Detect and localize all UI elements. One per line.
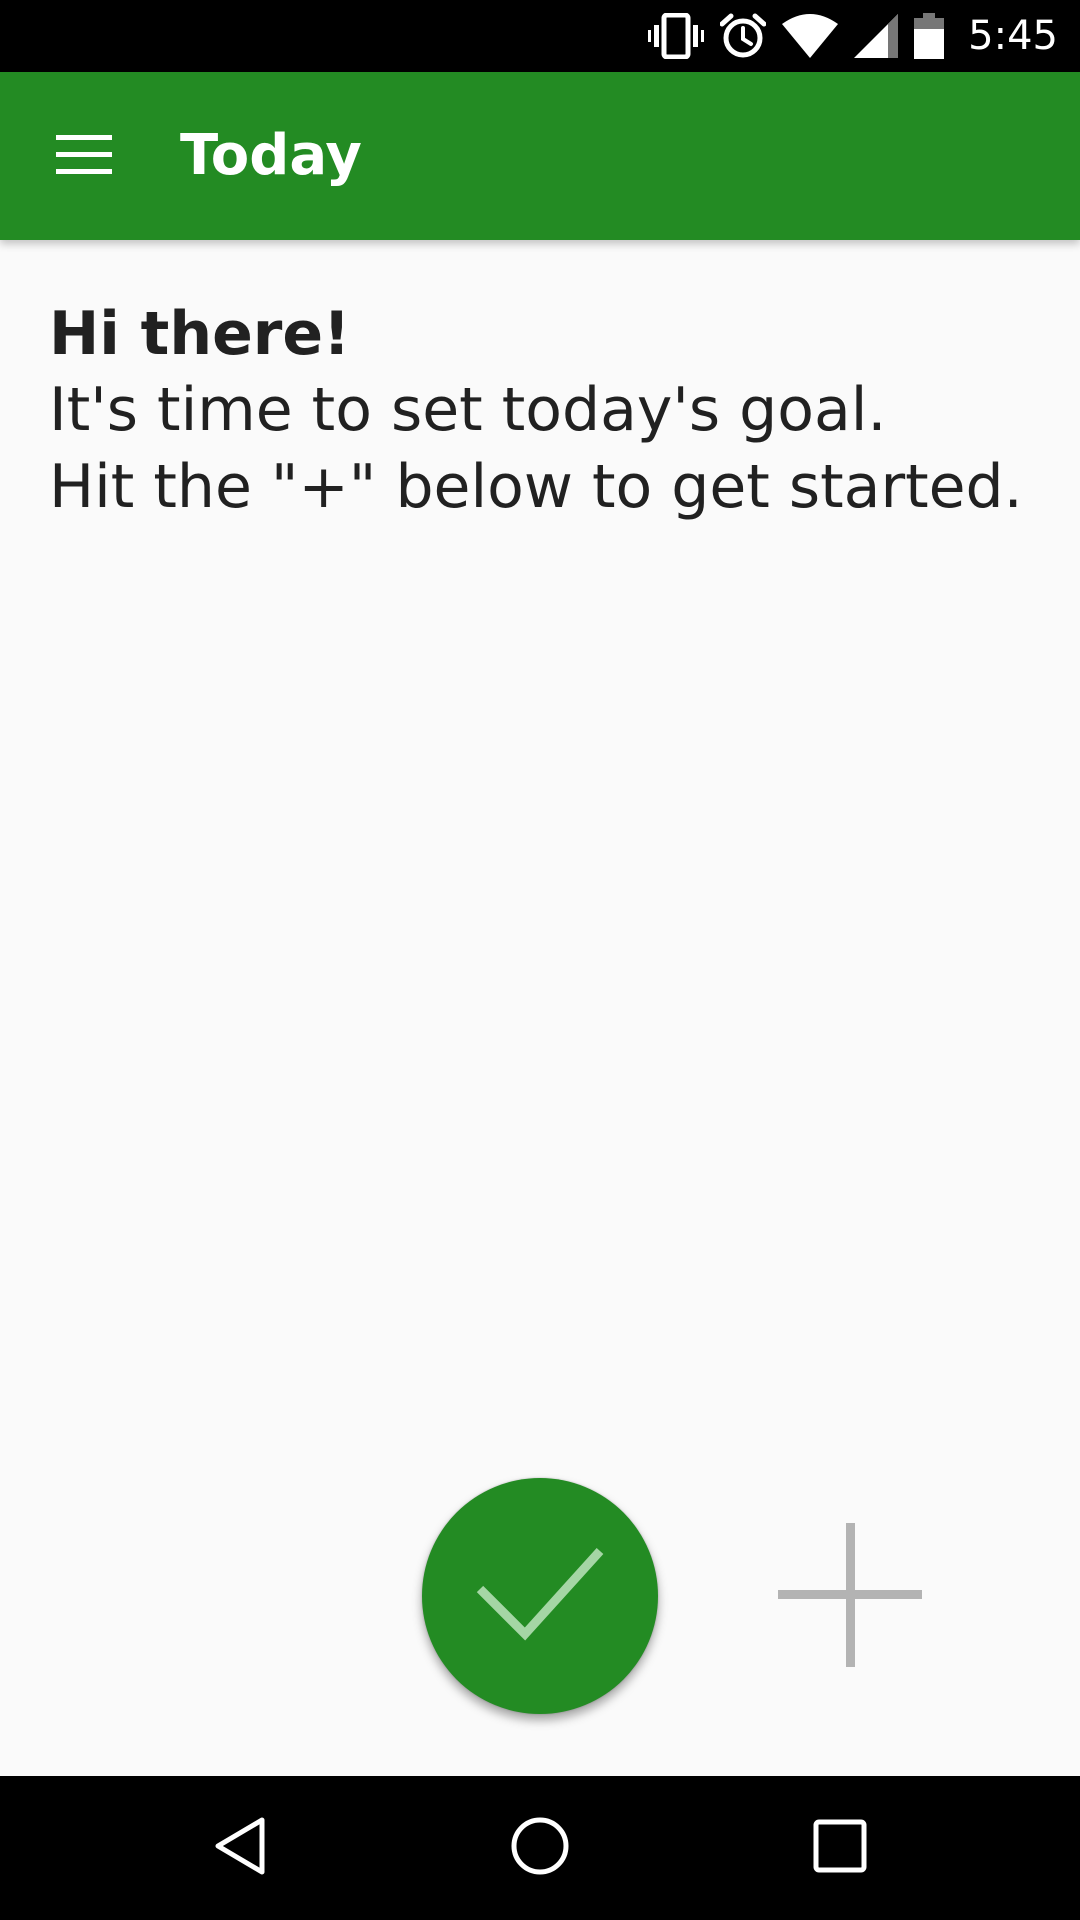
check-icon (470, 1539, 610, 1654)
empty-state-message: Hi there! It's time to set today's goal.… (49, 296, 1039, 526)
home-icon (510, 1816, 570, 1881)
status-icons: 5:45 (648, 0, 1058, 72)
navigation-bar (0, 1776, 1080, 1920)
home-button[interactable] (480, 1798, 600, 1898)
back-icon (212, 1816, 268, 1881)
status-bar: 5:45 (0, 0, 1080, 72)
greeting-line-1: It's time to set today's goal. (49, 375, 887, 445)
battery-icon (914, 13, 945, 59)
page-title: Today (180, 123, 362, 188)
add-goal-button[interactable] (773, 1520, 927, 1674)
screen: 5:45 Today Hi there! It's time to set to… (0, 0, 1080, 1920)
greeting-line-2: Hit the "+" below to get started. (49, 452, 1023, 522)
back-button[interactable] (180, 1798, 300, 1898)
app-bar: Today (0, 72, 1080, 240)
greeting-title: Hi there! (49, 299, 351, 369)
vibrate-icon (648, 13, 705, 59)
menu-icon (56, 134, 112, 180)
alarm-icon (720, 13, 767, 59)
recents-icon (813, 1819, 867, 1878)
menu-button[interactable] (34, 114, 134, 200)
signal-icon (854, 14, 899, 58)
recents-button[interactable] (780, 1798, 900, 1898)
wifi-icon (782, 14, 839, 58)
status-time: 5:45 (968, 13, 1058, 59)
plus-icon (775, 1520, 925, 1675)
done-button[interactable] (422, 1478, 658, 1714)
